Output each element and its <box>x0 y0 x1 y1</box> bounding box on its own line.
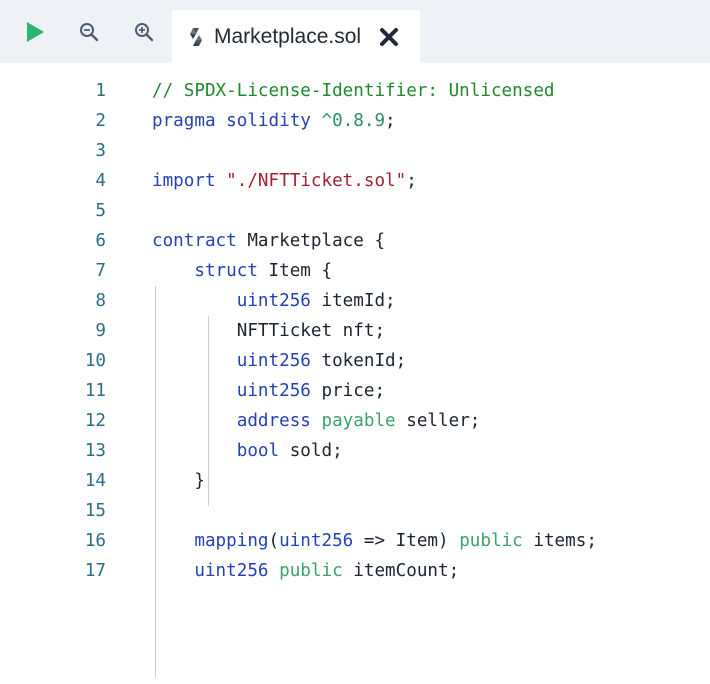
code-line[interactable]: 8 uint256 itemId; <box>0 286 710 316</box>
line-number: 6 <box>95 231 106 251</box>
line-number: 1 <box>95 81 106 101</box>
code-text[interactable]: address payable seller; <box>152 406 481 436</box>
code-text[interactable]: bool sold; <box>152 436 343 466</box>
code-text[interactable]: uint256 itemId; <box>152 286 396 316</box>
code-text[interactable]: uint256 tokenId; <box>152 346 407 376</box>
code-token: contract <box>152 231 248 251</box>
code-token: bool <box>152 441 290 461</box>
code-line[interactable]: 7 struct Item { <box>0 256 710 286</box>
code-line[interactable]: 1 // SPDX-License-Identifier: Unlicensed <box>0 76 710 106</box>
code-token: ^0.8.9 <box>321 111 386 131</box>
line-number: 3 <box>95 141 106 161</box>
code-token: Marketplace { <box>247 231 386 251</box>
code-token: "./NFTTicket.sol" <box>226 171 407 191</box>
code-token: // SPDX-License-Identifier: Unlicensed <box>152 81 555 101</box>
code-text[interactable]: mapping(uint256 => Item) public items; <box>152 526 597 556</box>
line-number: 15 <box>84 501 106 521</box>
code-text[interactable]: // SPDX-License-Identifier: Unlicensed <box>152 76 555 106</box>
code-token: uint256 <box>152 291 322 311</box>
code-token: items; <box>533 531 597 551</box>
code-token: mapping <box>152 531 269 551</box>
code-token: uint256 <box>279 531 354 551</box>
editor-toolbar: Marketplace.sol <box>0 0 710 63</box>
line-number: 8 <box>95 291 106 311</box>
code-line[interactable]: 11 uint256 price; <box>0 376 710 406</box>
code-token: import <box>152 171 227 191</box>
line-number: 13 <box>84 441 106 461</box>
code-line[interactable]: 17 uint256 public itemCount; <box>0 556 710 586</box>
zoom-out-button[interactable] <box>74 0 104 63</box>
code-line[interactable]: 4 import "./NFTTicket.sol"; <box>0 166 710 196</box>
code-editor[interactable]: 1 // SPDX-License-Identifier: Unlicensed 2… <box>0 63 710 684</box>
tab-label: Marketplace.sol <box>214 25 362 48</box>
line-number: 14 <box>84 471 106 491</box>
code-token: public <box>459 531 534 551</box>
line-number: 9 <box>95 321 106 341</box>
code-token: Item { <box>268 261 333 281</box>
code-token: public <box>279 561 354 581</box>
line-number: 17 <box>84 561 106 581</box>
code-token: } <box>152 471 205 491</box>
line-number: 5 <box>95 201 106 221</box>
code-token: address <box>152 411 322 431</box>
editor-window: Marketplace.sol 1 // SPDX-License-Identif… <box>0 0 710 684</box>
code-line[interactable]: 6 contract Marketplace { <box>0 226 710 256</box>
code-token: => Item) <box>353 531 460 551</box>
code-text[interactable]: uint256 price; <box>152 376 385 406</box>
code-token: ; <box>385 111 396 131</box>
line-number: 12 <box>84 411 106 431</box>
zoom-out-icon <box>80 22 99 41</box>
code-line[interactable]: 14 } <box>0 466 710 496</box>
play-icon <box>27 21 44 42</box>
code-line[interactable]: 13 bool sold; <box>0 436 710 466</box>
run-button[interactable] <box>20 0 50 63</box>
line-number: 10 <box>84 351 106 371</box>
line-number: 11 <box>84 381 106 401</box>
code-token: ( <box>268 531 280 551</box>
code-line[interactable]: 5 <box>0 196 710 226</box>
code-token: struct <box>152 261 269 281</box>
zoom-in-button[interactable] <box>129 0 159 63</box>
line-number: 16 <box>84 531 106 551</box>
code-text[interactable]: import "./NFTTicket.sol"; <box>152 166 417 196</box>
code-token: uint256 <box>152 381 322 401</box>
code-line[interactable]: 9 NFTTicket nft; <box>0 316 710 346</box>
code-token: tokenId; <box>321 351 407 371</box>
code-text[interactable]: } <box>152 466 205 496</box>
line-number: 2 <box>95 111 106 131</box>
code-line[interactable]: 12 address payable seller; <box>0 406 710 436</box>
code-token: itemCount; <box>353 561 460 581</box>
code-token: itemId; <box>321 291 396 311</box>
line-number: 4 <box>95 171 106 191</box>
code-text[interactable]: pragma solidity ^0.8.9; <box>152 106 396 136</box>
code-line[interactable]: 15 <box>0 496 710 526</box>
code-text[interactable]: contract Marketplace { <box>152 226 385 256</box>
code-token: uint256 <box>152 561 280 581</box>
tab-marketplace-sol[interactable]: Marketplace.sol <box>172 10 420 63</box>
solidity-file-icon <box>190 28 202 46</box>
code-line[interactable]: 3 <box>0 136 710 166</box>
code-token: NFTTicket nft; <box>152 321 386 341</box>
zoom-in-icon <box>135 22 154 41</box>
close-icon[interactable] <box>378 26 400 48</box>
code-text[interactable]: struct Item { <box>152 256 332 286</box>
code-line[interactable]: 2 pragma solidity ^0.8.9; <box>0 106 710 136</box>
code-line[interactable]: 16 mapping(uint256 => Item) public items… <box>0 526 710 556</box>
code-token: uint256 <box>152 351 322 371</box>
code-token: price; <box>321 381 386 401</box>
code-token: ; <box>406 171 417 191</box>
code-line[interactable]: 10 uint256 tokenId; <box>0 346 710 376</box>
code-text[interactable]: uint256 public itemCount; <box>152 556 459 586</box>
code-token: payable <box>321 411 407 431</box>
code-token: seller; <box>406 411 481 431</box>
code-token: pragma solidity <box>152 111 322 131</box>
code-text[interactable]: NFTTicket nft; <box>152 316 385 346</box>
line-number: 7 <box>95 261 106 281</box>
code-token: sold; <box>289 441 343 461</box>
